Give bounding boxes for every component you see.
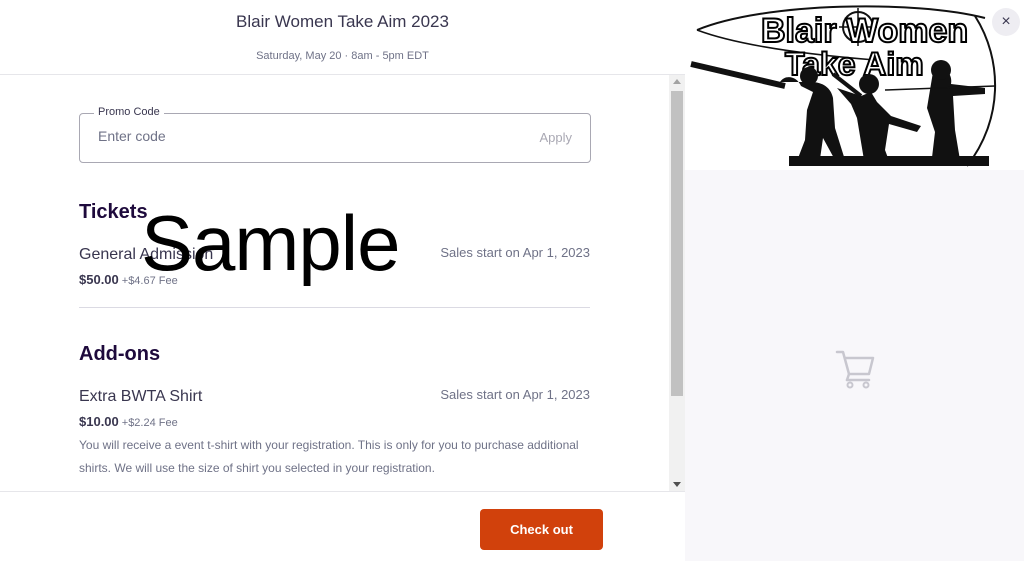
- close-icon: ×: [1001, 13, 1011, 30]
- addons-heading: Add-ons: [79, 343, 161, 365]
- addon-description: You will receive a event t-shirt with yo…: [79, 438, 579, 475]
- event-title: Blair Women Take Aim 2023: [236, 12, 449, 31]
- addon-price-value: $10.00: [79, 414, 119, 429]
- addon-fee: +$2.24 Fee: [121, 417, 178, 429]
- event-logo: Blair Women Take Aim: [690, 5, 996, 167]
- event-banner-image: Blair Women Take Aim ×: [685, 0, 1024, 170]
- close-button[interactable]: ×: [992, 8, 1020, 36]
- scroll-down-arrow-icon[interactable]: [673, 482, 681, 487]
- event-header: Blair Women Take Aim 2023 Saturday, May …: [0, 0, 685, 75]
- scrollbar-thumb[interactable]: [671, 91, 683, 396]
- checkout-footer: Check out: [0, 491, 685, 562]
- section-divider: [79, 307, 590, 308]
- checkout-button[interactable]: Check out: [480, 509, 603, 550]
- promo-code-label: Promo Code: [94, 106, 164, 118]
- addon-price: $10.00 +$2.24 Fee: [79, 414, 178, 429]
- addon-sales-start: Sales start on Apr 1, 2023: [440, 387, 590, 402]
- ticket-sales-start: Sales start on Apr 1, 2023: [440, 245, 590, 260]
- scroll-up-arrow-icon[interactable]: [673, 79, 681, 84]
- scrollbar[interactable]: [669, 75, 685, 491]
- cart-icon: [835, 346, 875, 395]
- checkout-panel: Blair Women Take Aim 2023 Saturday, May …: [0, 0, 685, 562]
- promo-code-input[interactable]: [98, 128, 498, 144]
- sample-watermark: Sample: [141, 199, 400, 287]
- promo-code-field: Promo Code Apply: [79, 106, 591, 163]
- ticket-price-value: $50.00: [79, 272, 119, 287]
- banner-line1: Blair Women: [761, 12, 968, 50]
- tickets-heading: Tickets: [79, 201, 148, 223]
- event-date: Saturday, May 20 · 8am - 5pm EDT: [256, 50, 429, 62]
- addon-name: Extra BWTA Shirt: [79, 388, 203, 405]
- apply-button[interactable]: Apply: [539, 130, 572, 145]
- ticket-list[interactable]: Promo Code Apply Tickets General Admissi…: [0, 75, 669, 491]
- order-summary-panel: Blair Women Take Aim ×: [685, 0, 1024, 561]
